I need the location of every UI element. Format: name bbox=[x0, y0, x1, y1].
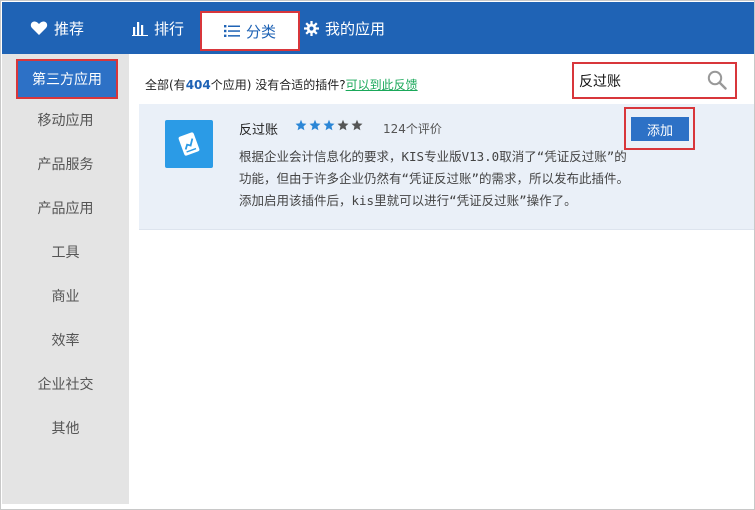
search-box bbox=[572, 62, 737, 99]
sidebar-item-product-service[interactable]: 产品服务 bbox=[2, 142, 129, 186]
app-title: 反过账 bbox=[239, 123, 279, 138]
add-button[interactable]: 添加 bbox=[631, 117, 689, 141]
window-frame: 推荐 排行 分类 我的应用 第三方应用 移动应用 产品服务 产品应用 工具 商业… bbox=[0, 0, 755, 510]
sidebar-item-label: 产品服务 bbox=[37, 157, 94, 173]
summary-prefix: 全部(有 bbox=[145, 78, 186, 92]
tab-recommend-label: 推荐 bbox=[54, 19, 85, 38]
app-description: 根据企业会计信息化的要求，KIS专业版V13.0取消了“凭证反过账”的功能，但由… bbox=[239, 149, 630, 208]
sidebar-item-mobile[interactable]: 移动应用 bbox=[2, 98, 129, 142]
rating-stars bbox=[295, 119, 363, 131]
bar-chart-icon bbox=[132, 20, 148, 36]
list-icon bbox=[223, 24, 240, 38]
sidebar-item-label: 效率 bbox=[51, 333, 80, 349]
sidebar-item-label: 产品应用 bbox=[37, 201, 94, 217]
star-empty-icon bbox=[351, 119, 363, 131]
heart-icon bbox=[30, 20, 48, 36]
tab-category[interactable]: 分类 bbox=[200, 11, 300, 51]
app-list-item: 反过账 124个评价 根据企业会计信息化的要求，KIS专业版V13.0取消了“凭… bbox=[139, 104, 754, 230]
sidebar-item-third-party[interactable]: 第三方应用 bbox=[16, 59, 118, 99]
sidebar-item-label: 商业 bbox=[51, 289, 80, 305]
sidebar-item-label: 工具 bbox=[51, 245, 80, 261]
gear-icon bbox=[304, 20, 319, 36]
sidebar-item-product-app[interactable]: 产品应用 bbox=[2, 186, 129, 230]
star-filled-icon bbox=[309, 119, 321, 131]
tab-my-apps-label: 我的应用 bbox=[325, 19, 386, 38]
sidebar-item-enterprise-social[interactable]: 企业社交 bbox=[2, 362, 129, 406]
sidebar-item-efficiency[interactable]: 效率 bbox=[2, 318, 129, 362]
app-count: 404 bbox=[185, 78, 211, 92]
search-icon[interactable] bbox=[707, 70, 727, 94]
tab-rank-label: 排行 bbox=[154, 19, 185, 38]
sidebar-item-tools[interactable]: 工具 bbox=[2, 230, 129, 274]
app-logo-icon bbox=[165, 120, 213, 168]
add-button-highlight: 添加 bbox=[624, 107, 695, 150]
category-sidebar: 第三方应用 移动应用 产品服务 产品应用 工具 商业 效率 企业社交 其他 bbox=[2, 54, 129, 504]
star-filled-icon bbox=[323, 119, 335, 131]
tab-recommend[interactable]: 推荐 bbox=[30, 2, 84, 54]
sidebar-item-label: 移动应用 bbox=[37, 113, 94, 129]
summary-suffix: 个应用) 没有合适的插件? bbox=[210, 78, 346, 92]
tab-category-label: 分类 bbox=[245, 22, 276, 41]
sidebar-item-business[interactable]: 商业 bbox=[2, 274, 129, 318]
tab-my-apps[interactable]: 我的应用 bbox=[304, 2, 385, 54]
tab-rank[interactable]: 排行 bbox=[132, 2, 184, 54]
sidebar-item-label: 第三方应用 bbox=[32, 72, 102, 88]
star-filled-icon bbox=[295, 119, 307, 131]
result-summary: 全部(有404个应用) 没有合适的插件?可以到此反馈 bbox=[145, 76, 418, 93]
main-content: 全部(有404个应用) 没有合适的插件?可以到此反馈 反过账 124个评 bbox=[139, 54, 754, 504]
search-input[interactable] bbox=[579, 69, 704, 93]
sidebar-item-label: 其他 bbox=[51, 421, 80, 437]
sidebar-item-other[interactable]: 其他 bbox=[2, 406, 129, 450]
feedback-link[interactable]: 可以到此反馈 bbox=[346, 78, 418, 92]
top-nav: 推荐 排行 分类 我的应用 bbox=[2, 2, 754, 54]
star-empty-icon bbox=[337, 119, 349, 131]
review-count: 124个评价 bbox=[383, 122, 442, 136]
sidebar-item-label: 企业社交 bbox=[37, 377, 94, 393]
